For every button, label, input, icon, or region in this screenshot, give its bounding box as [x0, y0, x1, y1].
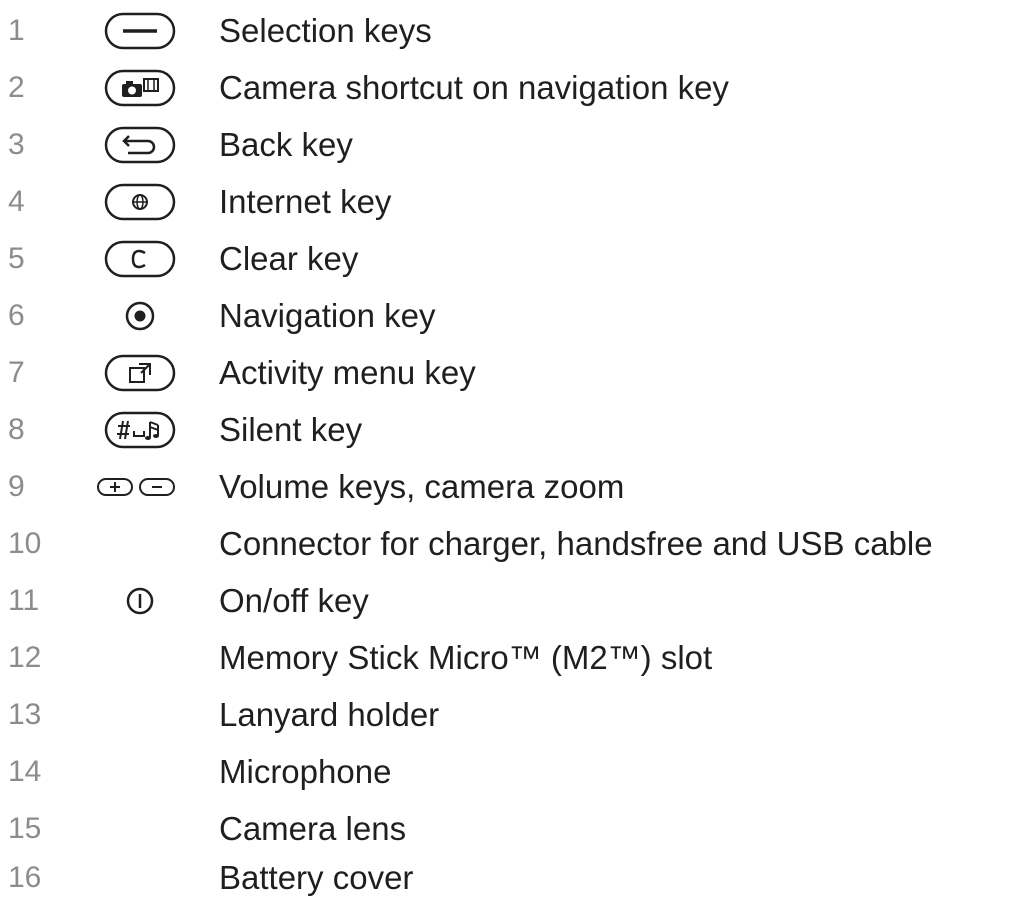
item-label: Internet key	[219, 183, 392, 220]
item-number: 11	[8, 584, 40, 617]
list-item: 15 Camera lens	[0, 801, 1025, 857]
selection-key-icon	[95, 12, 185, 50]
list-item: 11 On/off key	[0, 573, 1025, 629]
list-item: 2 Camera shortcut on navigation key	[0, 60, 1025, 116]
item-label: Memory Stick Micro™ (M2™) slot	[219, 639, 713, 676]
item-number: 1	[8, 14, 25, 47]
item-number: 14	[8, 755, 42, 788]
volume-keys-icon	[95, 468, 185, 506]
back-key-icon	[95, 126, 185, 164]
list-item: 3 Back key	[0, 117, 1025, 173]
navigation-key-icon	[95, 297, 185, 335]
item-label: Microphone	[219, 753, 392, 790]
item-label: Navigation key	[219, 297, 436, 334]
list-item: 5 Clear key	[0, 231, 1025, 287]
list-item: 13 Lanyard holder	[0, 687, 1025, 743]
item-label: Connector for charger, handsfree and USB…	[219, 525, 933, 562]
silent-key-icon	[95, 411, 185, 449]
item-number: 10	[8, 527, 42, 560]
item-label: Volume keys, camera zoom	[219, 468, 625, 505]
list-item: 12 Memory Stick Micro™ (M2™) slot	[0, 630, 1025, 686]
item-label: Camera shortcut on navigation key	[219, 69, 729, 106]
list-item: 16 Battery cover	[0, 850, 1025, 906]
item-number: 8	[8, 413, 25, 446]
item-label: Selection keys	[219, 12, 432, 49]
item-number: 4	[8, 185, 25, 218]
item-label: Camera lens	[219, 810, 407, 847]
item-number: 3	[8, 128, 25, 161]
activity-menu-key-icon	[95, 354, 185, 392]
item-number: 7	[8, 356, 25, 389]
camera-shortcut-icon	[95, 69, 185, 107]
list-item: 10 Connector for charger, handsfree and …	[0, 516, 1025, 572]
item-number: 2	[8, 71, 25, 104]
item-number: 9	[8, 470, 25, 503]
list-item: 7 Activity menu key	[0, 345, 1025, 401]
list-item: 14 Microphone	[0, 744, 1025, 800]
item-label: Lanyard holder	[219, 696, 440, 733]
item-number: 16	[8, 861, 42, 894]
list-item: 1 Selection keys	[0, 3, 1025, 59]
list-item: 4 Internet key	[0, 174, 1025, 230]
item-label: Silent key	[219, 411, 363, 448]
item-label: On/off key	[219, 582, 369, 619]
item-number: 15	[8, 812, 42, 845]
power-key-icon	[95, 582, 185, 620]
item-number: 13	[8, 698, 42, 731]
item-label: Activity menu key	[219, 354, 476, 391]
item-number: 6	[8, 299, 25, 332]
item-label: Clear key	[219, 240, 359, 277]
item-label: Back key	[219, 126, 353, 163]
list-item: 9 Volume keys, camera zoom	[0, 459, 1025, 515]
internet-key-icon	[95, 183, 185, 221]
item-number: 12	[8, 641, 42, 674]
item-label: Battery cover	[219, 859, 414, 896]
item-number: 5	[8, 242, 25, 275]
list-item: 6 Navigation key	[0, 288, 1025, 344]
list-item: 8 Silent key	[0, 402, 1025, 458]
clear-key-icon	[95, 240, 185, 278]
